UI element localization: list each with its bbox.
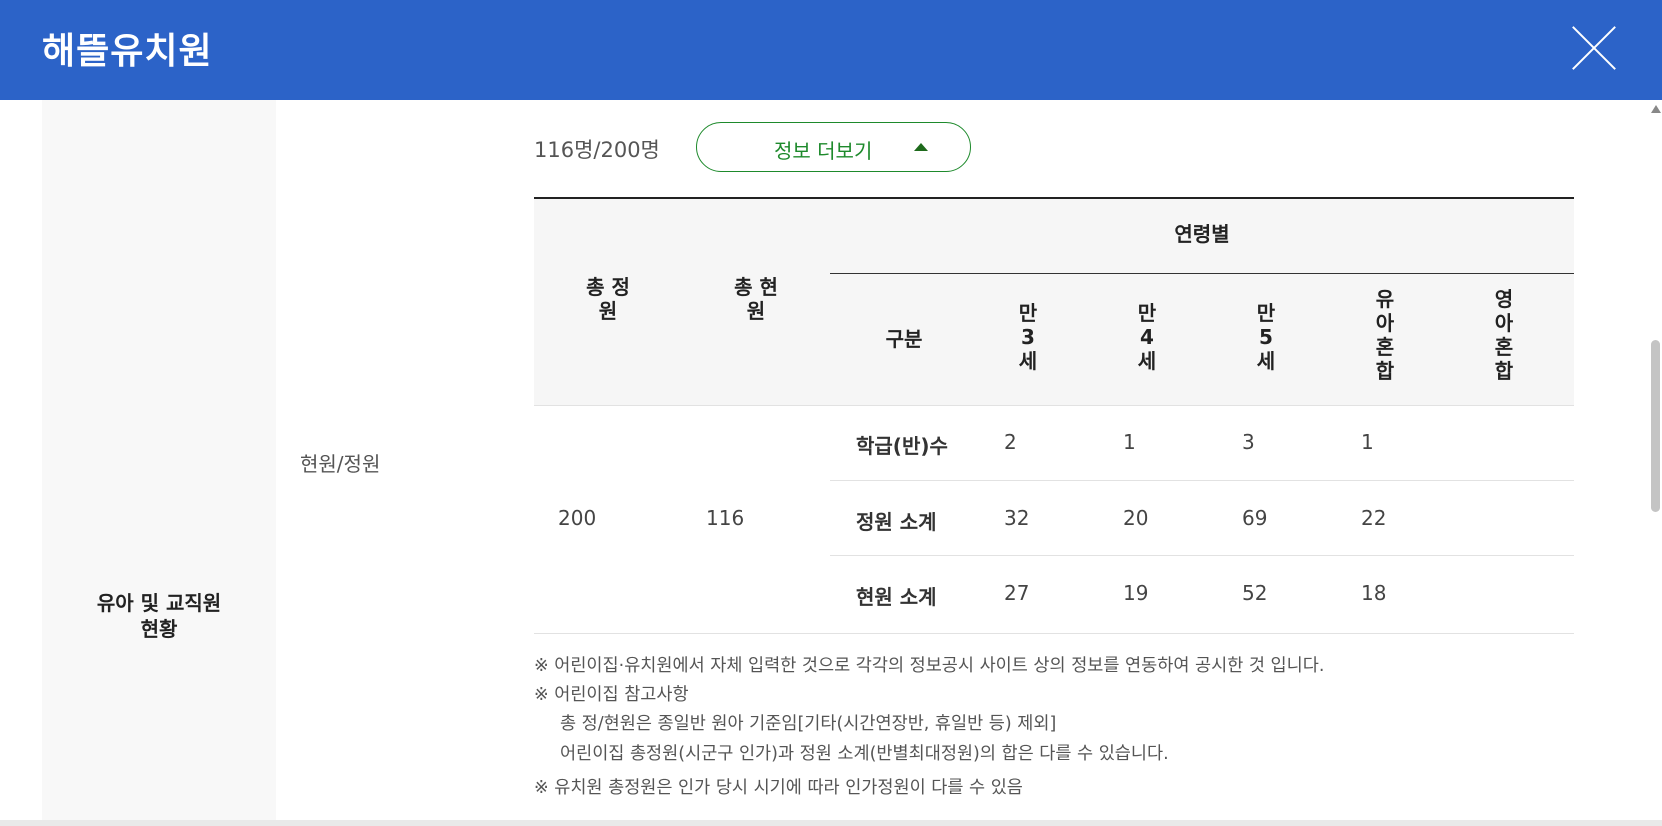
footnote: 어린이집 총정원(시군구 인가)과 정원 소계(반별최대정원)의 합은 다를 수…: [560, 744, 1169, 764]
header-text: 3: [1021, 325, 1035, 349]
header-text: 5: [1259, 325, 1273, 349]
table-cell: 27: [1004, 581, 1030, 605]
header-age-3: 만 3 세: [978, 301, 1078, 373]
row-divider: [830, 480, 1574, 481]
header-age-4: 만 4 세: [1097, 301, 1197, 373]
header-text: 아: [1375, 311, 1395, 335]
header-by-age: 연령별: [1174, 222, 1230, 246]
row-divider: [830, 555, 1574, 556]
header-text: 합: [1375, 359, 1395, 383]
close-icon[interactable]: [1568, 22, 1620, 74]
table-cell: 20: [1123, 506, 1149, 530]
footnote: ※ 유치원 총정원은 인가 당시 시기에 따라 인가정원이 다를 수 있음: [534, 778, 1023, 798]
table-cell: 1: [1123, 430, 1136, 454]
header-text: 영: [1494, 287, 1514, 311]
modal-bottom-edge: [0, 820, 1662, 826]
cell-total-current: 116: [706, 506, 745, 530]
row-label-current-subtotal: 현원 소계: [856, 585, 937, 609]
header-text: 세: [1256, 349, 1276, 373]
cell-total-capacity: 200: [558, 506, 597, 530]
row-label-classes: 학급(반)수: [856, 434, 948, 458]
table-cell: 32: [1004, 506, 1030, 530]
header-text: 총 현: [734, 275, 778, 299]
header-mixed-infant: 영 아 혼 합: [1454, 287, 1554, 383]
header-mixed-child: 유 아 혼 합: [1335, 287, 1435, 383]
row-divider: [534, 633, 1574, 634]
table-cell: 2: [1004, 430, 1017, 454]
section-label-line1: 유아 및 교직원: [96, 591, 222, 615]
more-info-button[interactable]: 정보 더보기: [696, 122, 971, 172]
header-text: 총 정: [586, 275, 630, 299]
table-cell: 3: [1242, 430, 1255, 454]
header-category: 구분: [885, 327, 923, 351]
header-total-current: 총 현 원: [682, 275, 830, 323]
header-text: 합: [1494, 359, 1514, 383]
table-cell: 1: [1361, 430, 1374, 454]
table-cell: 19: [1123, 581, 1149, 605]
header-total-capacity: 총 정 원: [534, 275, 682, 323]
header-text: 만: [1018, 301, 1038, 325]
header-text: 만: [1256, 301, 1276, 325]
table-cell: 22: [1361, 506, 1387, 530]
row-label-capacity-subtotal: 정원 소계: [856, 510, 937, 534]
header-text: 원: [598, 299, 618, 323]
footnote: ※ 어린이집·유치원에서 자체 입력한 것으로 각각의 정보공시 사이트 상의 …: [534, 656, 1325, 676]
modal-header: 해뜰유치원: [0, 0, 1662, 100]
section-label: 유아 및 교직원 현황: [42, 590, 276, 642]
header-text: 세: [1137, 349, 1157, 373]
table-cell: 18: [1361, 581, 1387, 605]
header-text: 세: [1018, 349, 1038, 373]
header-text: 만: [1137, 301, 1157, 325]
header-text: 아: [1494, 311, 1514, 335]
scroll-up-arrow-icon[interactable]: [1651, 105, 1661, 113]
header-text: 유: [1375, 287, 1395, 311]
caret-up-icon: [914, 143, 928, 151]
header-text: 4: [1140, 325, 1154, 349]
footnote: ※ 어린이집 참고사항: [534, 685, 689, 705]
section-label-line2: 현황: [140, 617, 178, 641]
more-info-label: 정보 더보기: [774, 139, 873, 163]
header-divider: [830, 273, 1574, 274]
row-header-cell: 유아 및 교직원 현황: [42, 100, 276, 820]
enrollment-count: 116명/200명: [534, 138, 660, 162]
scrollbar-thumb[interactable]: [1651, 340, 1660, 512]
modal-content: 유아 및 교직원 현황 현원/정원 116명/200명 정보 더보기 총 정 원…: [0, 100, 1648, 820]
header-age-5: 만 5 세: [1216, 301, 1316, 373]
header-text: 혼: [1375, 335, 1395, 359]
table-cell: 52: [1242, 581, 1268, 605]
modal-dialog: 해뜰유치원 유아 및 교직원 현황 현원/정원 116명/200명 정보 더보기…: [0, 0, 1662, 826]
header-text: 원: [746, 299, 766, 323]
modal-title: 해뜰유치원: [42, 31, 213, 72]
row-divider: [534, 405, 1574, 406]
header-text: 혼: [1494, 335, 1514, 359]
footnote: 총 정/현원은 종일반 원아 기준임[기타(시간연장반, 휴일반 등) 제외]: [560, 714, 1057, 734]
subsection-label: 현원/정원: [300, 452, 381, 476]
table-cell: 69: [1242, 506, 1268, 530]
